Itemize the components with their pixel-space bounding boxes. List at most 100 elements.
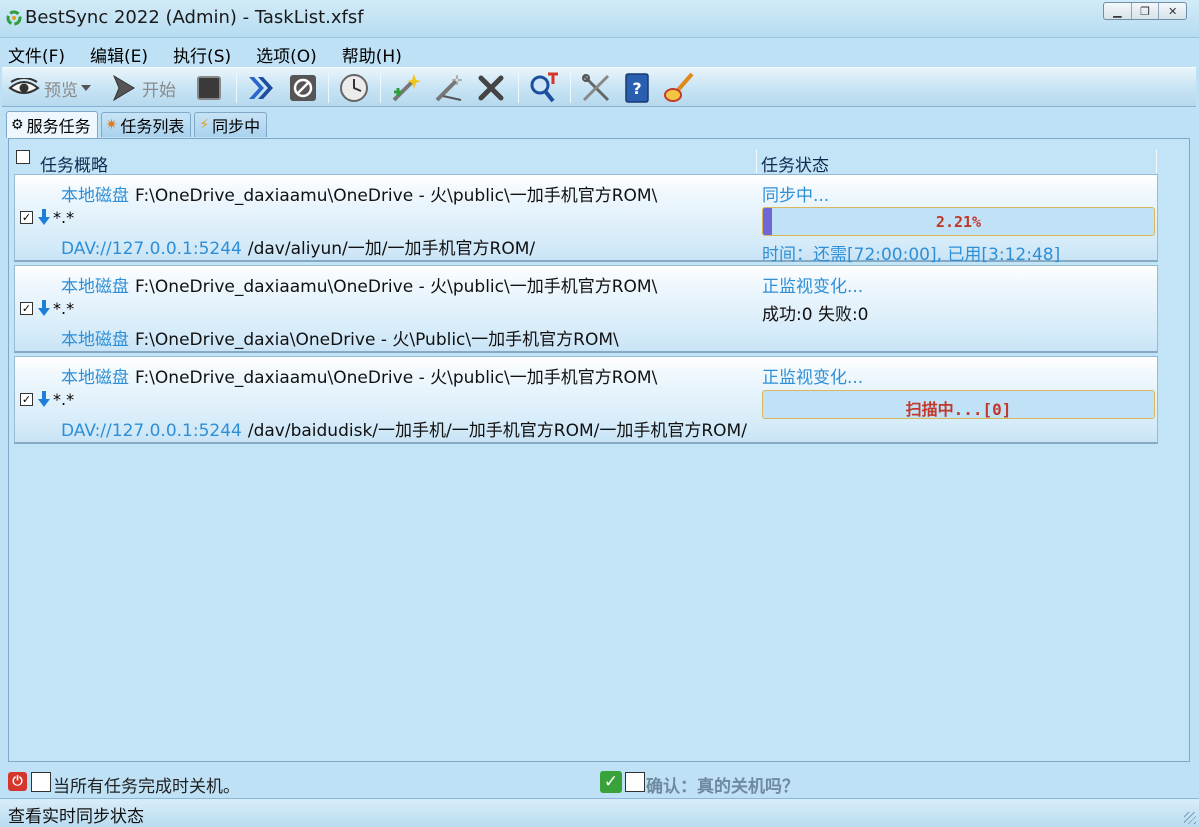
task-status: 正监视变化...: [762, 277, 864, 297]
task-enable-checkbox[interactable]: ✓: [20, 301, 33, 315]
tab-syncing[interactable]: ⚡ 同步中: [194, 112, 268, 137]
tab-strip: ⚙ 服务任务 ✷ 任务列表 ⚡ 同步中: [6, 111, 270, 138]
task-destination: 本地磁盘 F:\OneDrive_daxia\OneDrive - 火\Publi…: [61, 325, 757, 350]
column-header: 任务概略 任务状态: [14, 147, 1164, 176]
toolbar: 预览 开始 ?: [2, 67, 1196, 107]
toolbar-separator: [518, 73, 519, 103]
eye-icon: [8, 78, 40, 94]
task-options: ✓ *.*: [20, 389, 74, 409]
close-button[interactable]: ✕: [1159, 3, 1186, 19]
menu-edit[interactable]: 编辑(E): [82, 39, 148, 67]
stop-button[interactable]: [195, 72, 223, 104]
preview-label: 预览: [44, 80, 78, 101]
help-book-icon: ?: [625, 73, 649, 103]
menu-file[interactable]: 文件(F): [0, 39, 65, 67]
toolbar-separator: [328, 73, 329, 103]
task-options: ✓ *.*: [20, 298, 74, 318]
clean-icon: [664, 72, 694, 102]
clock-icon: [340, 74, 368, 102]
edit-task-button[interactable]: [433, 72, 465, 104]
stop-icon: [197, 76, 221, 100]
status-text: 查看实时同步状态: [8, 807, 144, 827]
preview-button[interactable]: 预览: [8, 72, 92, 104]
task-row[interactable]: 本地磁盘 F:\OneDrive_daxiaamu\OneDrive - 火\pu…: [14, 265, 1158, 353]
delete-icon: [478, 75, 504, 101]
task-destination: DAV://127.0.0.1:5244/dav/aliyun/一加/一加手机官…: [61, 234, 757, 259]
power-icon: ⏻: [8, 772, 27, 791]
column-summary[interactable]: 任务概略: [40, 151, 108, 176]
task-row[interactable]: 本地磁盘 F:\OneDrive_daxiaamu\OneDrive - 火\pu…: [14, 356, 1158, 444]
destination-label: DAV://127.0.0.1:5244: [61, 239, 242, 259]
file-filter: *.*: [53, 298, 75, 318]
find-button[interactable]: [528, 72, 560, 104]
source-label: 本地磁盘: [61, 368, 129, 388]
task-status: 正监视变化...: [762, 368, 864, 388]
tab-service-tasks[interactable]: ⚙ 服务任务: [6, 111, 98, 138]
task-enable-checkbox[interactable]: ✓: [20, 210, 33, 224]
tab-task-list[interactable]: ✷ 任务列表: [100, 112, 192, 137]
resize-grip[interactable]: [1184, 812, 1196, 824]
sync-all-button[interactable]: [246, 72, 276, 104]
destination-path: /dav/baidudisk/一加手机/一加手机官方ROM/一加手机官方ROM/: [247, 421, 747, 441]
task-enable-checkbox[interactable]: ✓: [20, 392, 33, 406]
lightning-icon: ⚡: [199, 117, 210, 133]
help-button[interactable]: ?: [622, 72, 652, 104]
restore-button[interactable]: ❐: [1132, 3, 1160, 19]
down-arrow-icon: [38, 209, 50, 225]
tab-label: 同步中: [212, 117, 261, 136]
footer-bar: ⏻ 当所有任务完成时关机。 ✓ 确认：真的关机吗？: [0, 767, 1199, 797]
destination-label: 本地磁盘: [61, 330, 129, 350]
check-icon: ✓: [600, 771, 622, 793]
gear-icon: ⚙: [11, 117, 24, 133]
clean-button[interactable]: [662, 72, 694, 104]
edit-task-icon: [435, 74, 463, 102]
confirm-shutdown-checkbox[interactable]: [625, 772, 645, 792]
task-row[interactable]: 本地磁盘 F:\OneDrive_daxiaamu\OneDrive - 火\pu…: [14, 174, 1158, 265]
time-info: 时间：还需[72:00:00], 已用[3:12:48]: [762, 245, 1061, 265]
toolbar-separator: [236, 73, 237, 103]
confirm-label: 确认：真的关机吗？: [646, 777, 799, 797]
menu-help[interactable]: 帮助(H): [334, 39, 402, 67]
progress-bar: 2.21%: [762, 207, 1155, 236]
scan-progress-box: 扫描中...[0]: [762, 390, 1155, 419]
toolbar-separator: [380, 73, 381, 103]
menu-options[interactable]: 选项(O): [248, 39, 317, 67]
column-status[interactable]: 任务状态: [761, 151, 829, 176]
source-label: 本地磁盘: [61, 186, 129, 206]
search-icon: [530, 72, 558, 103]
cancel-icon: [290, 75, 316, 101]
play-icon: [112, 74, 135, 102]
task-destination: DAV://127.0.0.1:5244/dav/baidudisk/一加手机/…: [61, 416, 757, 441]
column-divider[interactable]: [756, 149, 757, 173]
file-filter: *.*: [53, 207, 75, 227]
task-source: 本地磁盘 F:\OneDrive_daxiaamu\OneDrive - 火\pu…: [61, 363, 757, 388]
destination-label: DAV://127.0.0.1:5244: [61, 421, 242, 441]
task-panel: 任务概略 任务状态 本地磁盘 F:\OneDrive_daxiaamu\OneDr…: [8, 138, 1190, 762]
source-path: F:\OneDrive_daxiaamu\OneDrive - 火\public…: [135, 186, 658, 206]
start-button[interactable]: 开始: [108, 72, 176, 104]
progress-text: 2.21%: [935, 213, 982, 231]
destination-path: /dav/aliyun/一加/一加手机官方ROM/: [247, 239, 536, 259]
minimize-button[interactable]: ▁: [1104, 3, 1132, 19]
options-button[interactable]: [580, 72, 612, 104]
delete-task-button[interactable]: [476, 72, 506, 104]
select-all-checkbox[interactable]: [16, 150, 30, 164]
shutdown-checkbox[interactable]: [31, 772, 51, 792]
column-divider[interactable]: [1156, 149, 1157, 173]
app-logo-icon: [6, 10, 22, 26]
schedule-button[interactable]: [338, 72, 370, 104]
scan-text: 扫描中...[0]: [905, 400, 1012, 419]
fast-forward-icon: [249, 77, 273, 99]
file-filter: *.*: [53, 389, 75, 409]
star-icon: ✷: [105, 117, 118, 133]
menu-bar: 文件(F) 编辑(E) 执行(S) 选项(O) 帮助(H): [0, 39, 1199, 67]
cancel-button[interactable]: [288, 72, 318, 104]
task-status: 同步中...: [762, 186, 830, 206]
new-task-button[interactable]: [390, 72, 422, 104]
dropdown-arrow-icon[interactable]: [80, 83, 92, 93]
status-bar: 查看实时同步状态: [0, 798, 1199, 827]
down-arrow-icon: [38, 300, 50, 316]
menu-run[interactable]: 执行(S): [165, 39, 231, 67]
source-path: F:\OneDrive_daxiaamu\OneDrive - 火\public…: [135, 368, 658, 388]
task-options: ✓ *.*: [20, 207, 74, 227]
